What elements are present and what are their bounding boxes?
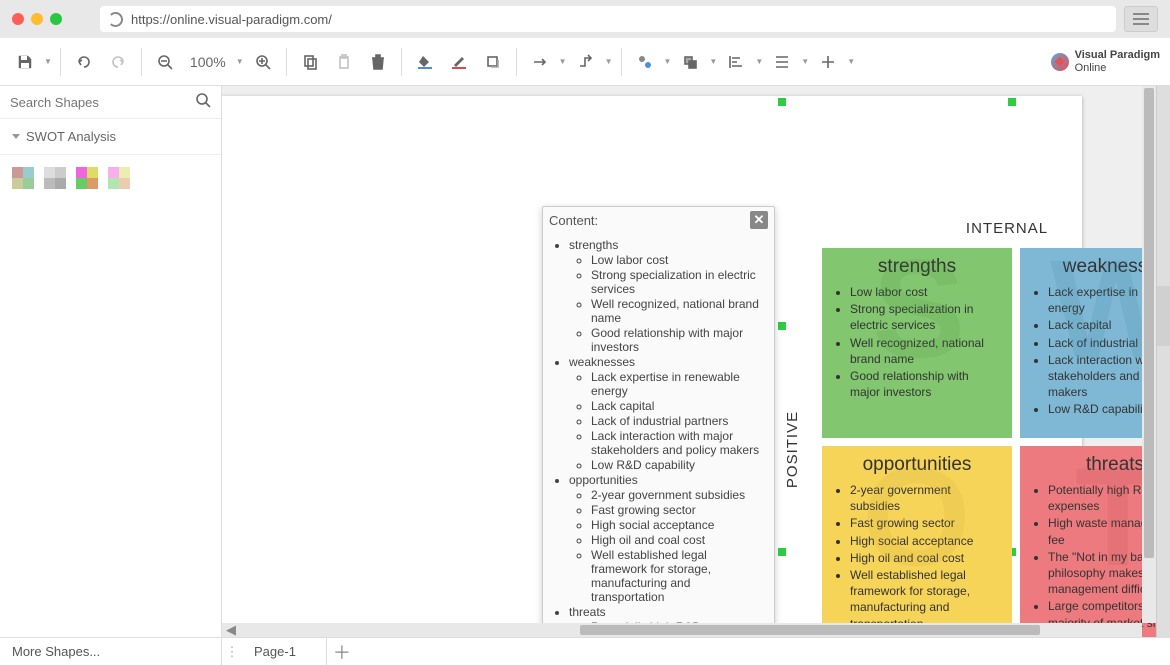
- list-item: Lack expertise in renewable energy: [1048, 284, 1156, 316]
- selection-handle[interactable]: [778, 322, 786, 330]
- more-shapes-label: More Shapes...: [12, 644, 100, 659]
- shape-template-1[interactable]: [12, 167, 34, 189]
- statusbar: More Shapes... ⋮ Page-1 ＋: [0, 637, 1170, 665]
- window-minimize[interactable]: [31, 13, 43, 25]
- insert-button[interactable]: [813, 47, 843, 77]
- delete-button[interactable]: [363, 47, 393, 77]
- connection-button[interactable]: [525, 47, 555, 77]
- browser-chrome: https://online.visual-paradigm.com/: [0, 0, 1170, 38]
- vertical-scrollbar[interactable]: [1142, 86, 1156, 623]
- list-item: Well recognized, national brand name: [850, 335, 1002, 367]
- content-panel-body[interactable]: strengthsLow labor costStrong specializa…: [543, 233, 774, 637]
- weaknesses-list: Lack expertise in renewable energyLack c…: [1030, 284, 1156, 418]
- window-maximize[interactable]: [50, 13, 62, 25]
- align-button[interactable]: [721, 47, 751, 77]
- list-item: High oil and coal cost: [850, 550, 1002, 566]
- selection-handle[interactable]: [778, 98, 786, 106]
- selection-handle[interactable]: [1008, 98, 1016, 106]
- shape-template-3[interactable]: [76, 167, 98, 189]
- axis-positive: POSITIVE: [784, 411, 801, 488]
- brand-logo: Visual Paradigm Online: [1051, 49, 1160, 73]
- fill-color-button[interactable]: [410, 47, 440, 77]
- content-panel-title: Content:: [549, 213, 598, 228]
- copy-button[interactable]: [295, 47, 325, 77]
- brand-line2: Online: [1075, 62, 1160, 74]
- threats-quadrant[interactable]: T threats Potentially high R&D expensesH…: [1020, 446, 1156, 637]
- browser-menu-button[interactable]: [1124, 6, 1158, 32]
- undo-button[interactable]: [69, 47, 99, 77]
- sidebar: SWOT Analysis: [0, 86, 222, 637]
- list-item: High waste management fee: [1048, 515, 1156, 547]
- zoom-in-button[interactable]: [248, 47, 278, 77]
- horizontal-scrollbar[interactable]: ◀: [222, 623, 1142, 637]
- search-shapes-row: [0, 86, 221, 119]
- list-item: Well established legal framework for sto…: [850, 567, 1002, 632]
- weaknesses-title: weaknesses: [1030, 256, 1156, 278]
- url-text: https://online.visual-paradigm.com/: [131, 12, 332, 27]
- strengths-quadrant[interactable]: S strengths Low labor costStrong special…: [822, 248, 1012, 438]
- shape-template-4[interactable]: [108, 167, 130, 189]
- search-shapes-input[interactable]: [10, 95, 195, 110]
- right-panel-collapse[interactable]: [1156, 86, 1170, 637]
- page-tab-label: Page-1: [254, 644, 296, 659]
- page-tab-1[interactable]: Page-1: [242, 638, 327, 665]
- add-page-button[interactable]: ＋: [327, 638, 357, 665]
- weaknesses-quadrant[interactable]: W weaknesses Lack expertise in renewable…: [1020, 248, 1156, 438]
- list-item: Strong specialization in electric servic…: [850, 301, 1002, 333]
- list-item: 2-year government subsidies: [850, 482, 1002, 514]
- format-button[interactable]: [630, 47, 660, 77]
- selection-handle[interactable]: [778, 548, 786, 556]
- shape-palette: [0, 155, 221, 201]
- strengths-title: strengths: [832, 256, 1002, 278]
- zoom-out-button[interactable]: [150, 47, 180, 77]
- list-item: Lack capital: [1048, 317, 1156, 333]
- drag-handle-icon[interactable]: [1157, 286, 1170, 346]
- axis-internal: INTERNAL: [966, 220, 1048, 237]
- line-color-button[interactable]: [444, 47, 474, 77]
- sidebar-section-swot[interactable]: SWOT Analysis: [0, 119, 221, 155]
- content-panel[interactable]: Content: ✕ strengthsLow labor costStrong…: [542, 206, 775, 637]
- strengths-list: Low labor costStrong specialization in e…: [832, 284, 1002, 400]
- list-item: Fast growing sector: [850, 515, 1002, 531]
- shadow-button[interactable]: [478, 47, 508, 77]
- threats-list: Potentially high R&D expensesHigh waste …: [1030, 482, 1156, 631]
- distribute-button[interactable]: [767, 47, 797, 77]
- opportunities-list: 2-year government subsidiesFast growing …: [832, 482, 1002, 632]
- opportunities-quadrant[interactable]: O opportunities 2-year government subsid…: [822, 446, 1012, 637]
- list-item: Low R&D capability: [1048, 401, 1156, 417]
- paste-button[interactable]: [329, 47, 359, 77]
- main-toolbar: ▼ 100% ▼ ▼ ▼ ▼ ▼: [0, 38, 1170, 86]
- search-icon[interactable]: [195, 92, 211, 112]
- redo-button[interactable]: [103, 47, 133, 77]
- window-controls: [12, 13, 62, 25]
- list-item: Good relationship with major investors: [850, 368, 1002, 400]
- close-icon[interactable]: ✕: [750, 211, 768, 229]
- shape-template-2[interactable]: [44, 167, 66, 189]
- content-tree: strengthsLow labor costStrong specializa…: [547, 238, 766, 637]
- vp-logo-icon: [1051, 53, 1069, 71]
- more-shapes-button[interactable]: More Shapes...: [0, 638, 222, 665]
- url-bar[interactable]: https://online.visual-paradigm.com/: [100, 6, 1116, 32]
- list-item: Potentially high R&D expenses: [1048, 482, 1156, 514]
- save-button[interactable]: [10, 47, 40, 77]
- threats-title: threats: [1030, 454, 1156, 476]
- canvas-area[interactable]: INTERNAL EXTERNAL POSITIVE NEGATIVE S st…: [222, 86, 1156, 637]
- list-item: Low labor cost: [850, 284, 1002, 300]
- window-close[interactable]: [12, 13, 24, 25]
- brand-line1: Visual Paradigm: [1075, 49, 1160, 61]
- to-front-button[interactable]: [675, 47, 705, 77]
- waypoint-button[interactable]: [571, 47, 601, 77]
- list-item: Lack of industrial partners: [1048, 335, 1156, 351]
- page-drag-handle[interactable]: ⋮: [222, 638, 242, 665]
- zoom-level[interactable]: 100%: [184, 54, 232, 70]
- reload-icon[interactable]: [108, 12, 123, 27]
- list-item: High social acceptance: [850, 533, 1002, 549]
- list-item: The "Not in my backyard" philosophy make…: [1048, 549, 1156, 598]
- list-item: Lack interaction with major stakeholders…: [1048, 352, 1156, 401]
- caret-down-icon: [12, 134, 20, 139]
- opportunities-title: opportunities: [832, 454, 1002, 476]
- sidebar-section-label: SWOT Analysis: [26, 129, 116, 144]
